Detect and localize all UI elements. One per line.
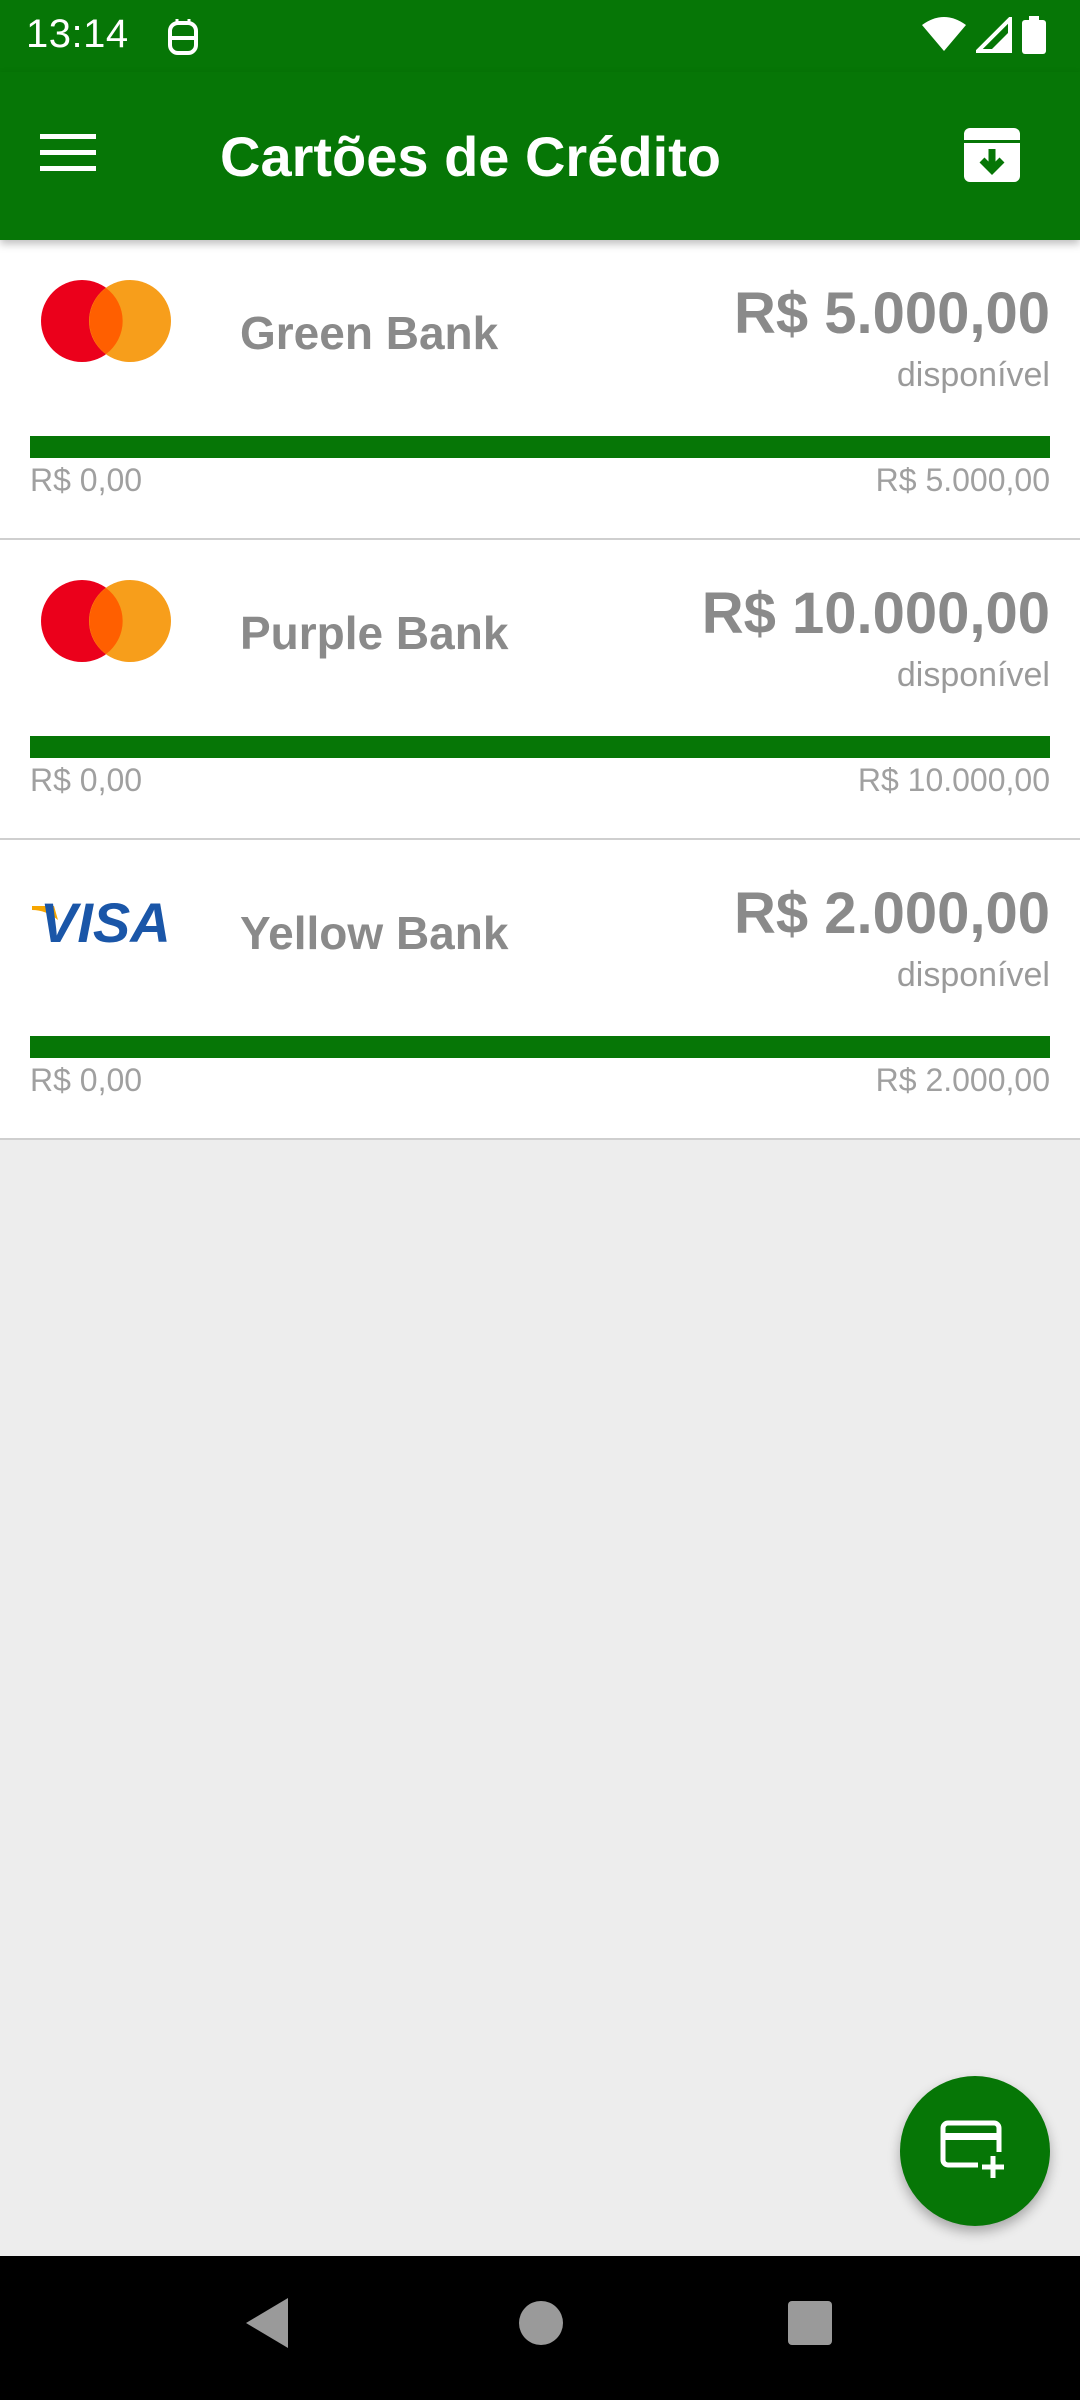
bank-name: Purple Bank — [240, 607, 509, 659]
app-notification-icon — [166, 17, 200, 62]
limit-max: R$ 10.000,00 — [857, 762, 1050, 798]
limit-progress-bar — [30, 436, 1050, 458]
visa-logo-icon: VISA — [32, 876, 176, 966]
page-title: Cartões de Crédito — [220, 125, 721, 188]
card-item-purple-bank[interactable]: Purple Bank R$ 10.000,00 disponível R$ 0… — [0, 540, 1080, 840]
limit-min: R$ 0,00 — [30, 762, 143, 798]
bank-name: Yellow Bank — [240, 907, 509, 959]
recents-button[interactable] — [786, 2296, 834, 2355]
home-button[interactable] — [518, 2296, 564, 2355]
card-item-yellow-bank[interactable]: VISA Yellow Bank R$ 2.000,00 disponível … — [0, 840, 1080, 1140]
limit-max: R$ 2.000,00 — [875, 1062, 1050, 1098]
wifi-icon — [922, 17, 966, 58]
status-time: 13:14 — [26, 12, 129, 56]
available-amount: R$ 2.000,00 — [733, 881, 1050, 946]
battery-icon — [1022, 16, 1046, 59]
add-card-button[interactable] — [900, 2076, 1050, 2226]
system-navigation-bar — [0, 2256, 1080, 2400]
status-bar: 13:14 — [0, 0, 1080, 72]
limit-min: R$ 0,00 — [30, 462, 143, 498]
limit-min: R$ 0,00 — [30, 1062, 143, 1098]
limit-progress-fill — [30, 736, 1050, 758]
limit-max: R$ 5.000,00 — [875, 462, 1050, 498]
back-icon — [242, 2298, 292, 2354]
available-amount: R$ 5.000,00 — [733, 281, 1050, 346]
card-item-green-bank[interactable]: Green Bank R$ 5.000,00 disponível R$ 0,0… — [0, 240, 1080, 540]
signal-icon — [973, 14, 1012, 58]
available-label: disponível — [896, 956, 1050, 994]
recents-icon — [786, 2301, 834, 2354]
limit-progress-fill — [30, 1036, 1050, 1058]
archive-button[interactable] — [962, 124, 1026, 188]
limit-progress-bar — [30, 736, 1050, 758]
back-button[interactable] — [242, 2296, 292, 2355]
home-icon — [518, 2301, 564, 2354]
limit-progress-bar — [30, 1036, 1050, 1058]
mastercard-logo-icon — [36, 576, 176, 666]
available-label: disponível — [896, 656, 1050, 694]
limit-progress-fill — [30, 436, 1050, 458]
app-bar: Cartões de Crédito — [0, 72, 1080, 240]
mastercard-logo-icon — [36, 276, 176, 366]
available-amount: R$ 10.000,00 — [701, 581, 1050, 646]
menu-button[interactable] — [40, 122, 130, 192]
credit-card-list: Green Bank R$ 5.000,00 disponível R$ 0,0… — [0, 240, 1080, 1140]
archive-icon — [962, 128, 1022, 188]
available-label: disponível — [896, 356, 1050, 394]
visa-logo-text: VISA — [40, 891, 171, 954]
bank-name: Green Bank — [240, 307, 499, 359]
